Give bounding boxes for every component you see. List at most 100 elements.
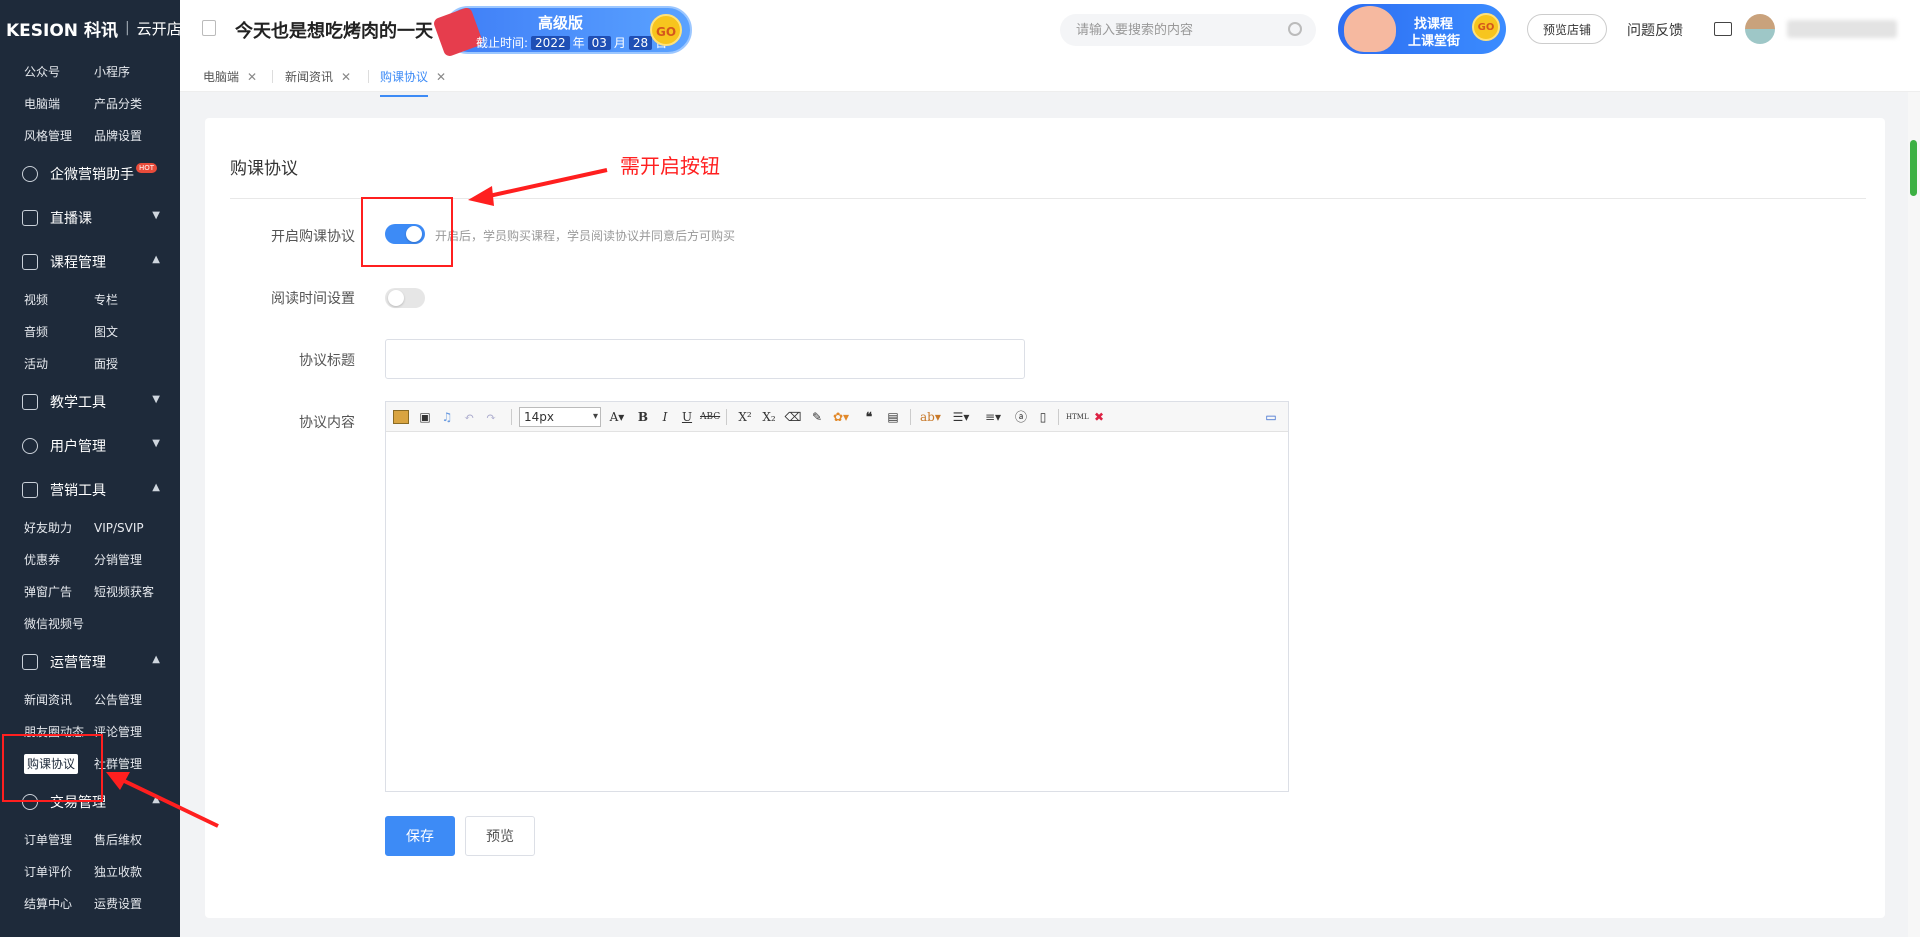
username-blurred[interactable] bbox=[1787, 20, 1897, 38]
page-break-icon[interactable]: ▯ bbox=[1034, 408, 1052, 426]
sidebar-group-live[interactable]: 直播课 ▼ bbox=[0, 196, 180, 240]
sidebar-group-course[interactable]: 课程管理 ▲ bbox=[0, 240, 180, 284]
version-banner[interactable]: 高级版 截止时间:2022年03月28日 GO bbox=[432, 6, 692, 58]
go-coin-icon[interactable]: GO bbox=[650, 14, 682, 46]
tab-purchase-agreement[interactable]: 购课协议 ✕ bbox=[380, 68, 446, 97]
go-coin-icon[interactable]: GO bbox=[1472, 13, 1500, 41]
top-header: 今天也是想吃烤肉的一天 高级版 截止时间:2022年03月28日 GO 找课程 … bbox=[180, 0, 1920, 58]
bold-icon[interactable]: B bbox=[634, 408, 652, 426]
insert-music-icon[interactable]: ♫ bbox=[438, 408, 456, 426]
insert-video-icon[interactable]: ▣ bbox=[416, 408, 434, 426]
sidebar-item[interactable]: 订单评价 bbox=[24, 856, 94, 888]
font-size-select[interactable]: 14px bbox=[519, 407, 601, 427]
video-camera-icon bbox=[22, 210, 38, 226]
anchor-icon[interactable]: ⓐ bbox=[1012, 408, 1030, 426]
sidebar-item[interactable]: 弹窗广告 bbox=[24, 576, 94, 608]
sidebar-item[interactable]: VIP/SVIP bbox=[94, 512, 176, 544]
tab-divider bbox=[272, 70, 273, 83]
strikethrough-icon[interactable]: ABC bbox=[700, 408, 720, 426]
html-source-icon[interactable]: HTML bbox=[1066, 408, 1089, 426]
font-color-icon[interactable]: A▾ bbox=[608, 408, 626, 426]
tab-news[interactable]: 新闻资讯 ✕ bbox=[285, 68, 351, 85]
sidebar-item[interactable]: 小程序 bbox=[94, 56, 176, 88]
text-background-icon[interactable]: ab▾ bbox=[920, 408, 941, 426]
feedback-link[interactable]: 问题反馈 bbox=[1627, 20, 1683, 40]
sidebar-item[interactable]: 订单管理 bbox=[24, 824, 94, 856]
sidebar-item[interactable]: 独立收款 bbox=[94, 856, 176, 888]
sidebar-group-label: 课程管理 bbox=[50, 255, 106, 271]
sidebar-item[interactable]: 活动 bbox=[24, 348, 94, 380]
sidebar-group-operations[interactable]: 运营管理 ▲ bbox=[0, 640, 180, 684]
sidebar-item[interactable]: 视频 bbox=[24, 284, 94, 316]
sidebar-item[interactable]: 售后维权 bbox=[94, 824, 176, 856]
italic-icon[interactable]: I bbox=[656, 408, 674, 426]
sidebar-item[interactable]: 图文 bbox=[94, 316, 176, 348]
insert-image-icon[interactable] bbox=[393, 410, 409, 424]
save-button[interactable]: 保存 bbox=[385, 816, 455, 856]
sidebar-item[interactable]: 新闻资讯 bbox=[24, 684, 94, 716]
sidebar-item[interactable]: 优惠券 bbox=[24, 544, 94, 576]
unordered-list-icon[interactable]: ≡▾ bbox=[984, 408, 1002, 426]
course-banner[interactable]: 找课程 上课堂街 GO bbox=[1338, 4, 1506, 54]
toolbar-divider bbox=[726, 409, 727, 425]
tab-pc[interactable]: 电脑端 ✕ bbox=[203, 68, 257, 85]
sidebar-item[interactable]: 好友助力 bbox=[24, 512, 94, 544]
preview-shop-button[interactable]: 预览店铺 bbox=[1527, 14, 1607, 44]
subscript-icon[interactable]: X₂ bbox=[760, 408, 778, 426]
logo-brand: KESION 科讯 bbox=[6, 20, 118, 41]
sidebar-item[interactable]: 结算中心 bbox=[24, 888, 94, 920]
ordered-list-icon[interactable]: ☰▾ bbox=[952, 408, 970, 426]
underline-icon[interactable]: U bbox=[678, 408, 696, 426]
sidebar-item[interactable]: 公告管理 bbox=[94, 684, 176, 716]
sidebar-item[interactable]: 运费设置 bbox=[94, 888, 176, 920]
scroll-thumb[interactable] bbox=[1910, 140, 1917, 196]
redo-icon[interactable]: ↷ bbox=[482, 408, 500, 426]
chat-icon bbox=[22, 166, 38, 182]
tab-bar: 电脑端 ✕ 新闻资讯 ✕ 购课协议 ✕ bbox=[180, 58, 1920, 97]
close-icon[interactable]: ✕ bbox=[341, 70, 351, 84]
sidebar-item[interactable]: 分销管理 bbox=[94, 544, 176, 576]
read-time-toggle[interactable] bbox=[385, 288, 425, 308]
search-icon[interactable] bbox=[1288, 22, 1302, 36]
undo-icon[interactable]: ↶ bbox=[460, 408, 478, 426]
avatar[interactable] bbox=[1745, 14, 1775, 44]
sidebar-item[interactable]: 产品分类 bbox=[94, 88, 176, 120]
eraser-icon[interactable]: ⌫ bbox=[784, 408, 802, 426]
sidebar-item[interactable]: 音频 bbox=[24, 316, 94, 348]
sidebar-group-teaching[interactable]: 教学工具 ▼ bbox=[0, 380, 180, 424]
sidebar-group-wecom[interactable]: 企微营销助手 HOT bbox=[0, 152, 180, 196]
sidebar-group-label: 用户管理 bbox=[50, 439, 106, 455]
emotion-icon[interactable]: ✿▾ bbox=[832, 408, 850, 426]
sidebar-group-marketing[interactable]: 营销工具 ▲ bbox=[0, 468, 180, 512]
clear-format-icon[interactable]: ✖ bbox=[1090, 408, 1108, 426]
scrollbar[interactable] bbox=[1908, 92, 1920, 937]
mail-icon[interactable] bbox=[1714, 22, 1732, 36]
sidebar-item[interactable]: 面授 bbox=[94, 348, 176, 380]
sidebar-item[interactable]: 电脑端 bbox=[24, 88, 94, 120]
close-icon[interactable]: ✕ bbox=[436, 70, 446, 84]
sidebar-group-users[interactable]: 用户管理 ▼ bbox=[0, 424, 180, 468]
paste-plain-icon[interactable]: ▤ bbox=[884, 408, 902, 426]
superscript-icon[interactable]: X² bbox=[736, 408, 754, 426]
sidebar-item[interactable]: 社群管理 bbox=[94, 748, 176, 780]
sidebar-item[interactable]: 短视频获客 bbox=[94, 576, 176, 608]
sidebar-item[interactable]: 微信视频号 bbox=[24, 608, 94, 640]
logo[interactable]: KESION 科讯 | 云开店 bbox=[0, 0, 180, 56]
editor-content-area[interactable] bbox=[386, 432, 1288, 792]
preview-button[interactable]: 预览 bbox=[465, 816, 535, 856]
user-icon bbox=[22, 438, 38, 454]
format-brush-icon[interactable]: ✎ bbox=[808, 408, 826, 426]
close-icon[interactable]: ✕ bbox=[247, 70, 257, 84]
sidebar-item[interactable]: 评论管理 bbox=[94, 716, 176, 748]
agreement-title-input[interactable] bbox=[385, 339, 1025, 379]
gift-icon bbox=[22, 482, 38, 498]
blockquote-icon[interactable]: ❝ bbox=[860, 408, 878, 426]
sidebar-course-items: 视频 专栏 音频 图文 活动 面授 bbox=[0, 284, 180, 380]
sidebar-item[interactable]: 专栏 bbox=[94, 284, 176, 316]
sidebar: KESION 科讯 | 云开店 公众号 小程序 电脑端 产品分类 风格管理 品牌… bbox=[0, 0, 180, 937]
sidebar-item[interactable]: 品牌设置 bbox=[94, 120, 176, 152]
fullscreen-icon[interactable]: ▭ bbox=[1262, 408, 1280, 426]
sidebar-item[interactable]: 风格管理 bbox=[24, 120, 94, 152]
sidebar-item[interactable]: 公众号 bbox=[24, 56, 94, 88]
search-input[interactable] bbox=[1060, 14, 1260, 46]
